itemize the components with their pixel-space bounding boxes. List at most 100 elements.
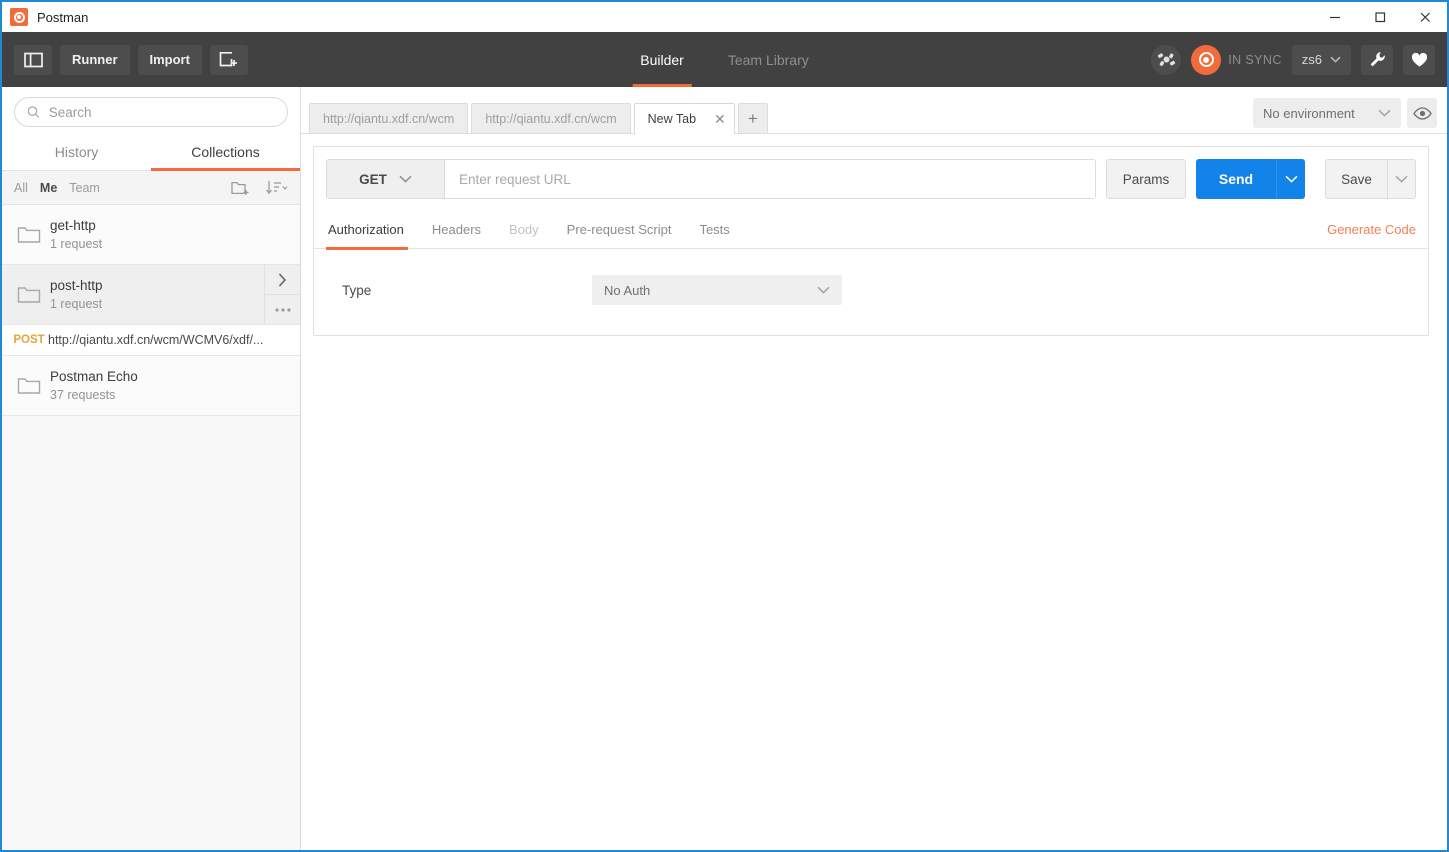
url-input[interactable]	[445, 160, 1095, 198]
app-toolbar: Runner Import Builder Team Library IN SY…	[2, 32, 1447, 87]
filter-team[interactable]: Team	[69, 181, 100, 195]
tab-tests-label: Tests	[699, 222, 730, 237]
request-section-tabs: Authorization Headers Body Pre-request S…	[314, 211, 1428, 250]
authorization-panel: Type No Auth	[314, 249, 1428, 335]
auth-type-label: Type	[342, 282, 372, 298]
send-group: Send	[1196, 159, 1305, 199]
tab-builder-label: Builder	[640, 51, 684, 68]
chevron-down-icon	[1284, 175, 1298, 183]
send-options-button[interactable]	[1276, 159, 1305, 199]
user-menu-button[interactable]: zs6	[1291, 44, 1351, 75]
sidebar-tab-collections-label: Collections	[191, 144, 260, 160]
auth-type-value: No Auth	[604, 282, 651, 298]
sidebar-toggle-icon[interactable]	[14, 44, 52, 75]
toolbar-right-group: IN SYNC zs6	[1151, 44, 1447, 75]
request-tab-bar: http://qiantu.xdf.cn/wcm http://qiantu.x…	[301, 87, 1447, 134]
request-tab-label: http://qiantu.xdf.cn/wcm	[323, 111, 455, 126]
collection-name: post-http	[50, 278, 103, 293]
request-tab[interactable]: http://qiantu.xdf.cn/wcm	[471, 103, 631, 133]
search-box[interactable]	[14, 97, 288, 127]
request-tab-active[interactable]: New Tab ✕	[633, 103, 735, 134]
search-input[interactable]	[48, 104, 275, 120]
filter-icons	[231, 180, 288, 196]
tab-body[interactable]: Body	[495, 211, 553, 249]
maximize-icon[interactable]	[1357, 2, 1402, 32]
list-item[interactable]: POST http://qiantu.xdf.cn/wcm/WCMV6/xdf/…	[2, 325, 300, 356]
auth-type-select[interactable]: No Auth	[592, 275, 842, 305]
environment-select[interactable]: No environment	[1253, 98, 1401, 128]
chevron-down-icon	[1378, 109, 1391, 117]
save-button[interactable]: Save	[1325, 159, 1387, 199]
collection-actions	[264, 265, 300, 324]
collection-count: 37 requests	[50, 388, 116, 402]
collection-list: get-http 1 request post-http 1 request P…	[2, 205, 300, 850]
eye-icon[interactable]	[1407, 98, 1437, 128]
search-icon	[27, 106, 40, 118]
chevron-down-icon	[1330, 56, 1341, 63]
environment-group: No environment	[1253, 98, 1437, 128]
satellite-icon[interactable]	[1151, 44, 1182, 75]
sidebar-tab-collections[interactable]: Collections	[151, 135, 300, 171]
generate-code-link[interactable]: Generate Code	[1327, 222, 1416, 237]
url-row: GET Params Send Save	[314, 147, 1428, 211]
list-item[interactable]: get-http 1 request	[2, 205, 300, 265]
runner-button[interactable]: Runner	[60, 44, 130, 75]
body: History Collections All Me Team	[2, 87, 1447, 850]
collection-name: Postman Echo	[50, 369, 138, 384]
tab-team-library-label: Team Library	[727, 51, 809, 68]
tab-team-library[interactable]: Team Library	[706, 32, 831, 87]
new-folder-icon[interactable]	[231, 180, 250, 196]
window-controls	[1312, 2, 1447, 32]
save-options-button[interactable]	[1387, 159, 1416, 199]
sidebar-tabs: History Collections	[2, 135, 300, 171]
toolbar-main-tabs: Builder Team Library	[618, 32, 831, 87]
tab-headers[interactable]: Headers	[418, 211, 495, 249]
chevron-down-icon	[817, 286, 830, 294]
folder-icon	[17, 377, 41, 394]
wrench-icon[interactable]	[1361, 44, 1393, 75]
environment-value: No environment	[1263, 105, 1355, 121]
folder-icon	[17, 286, 41, 303]
request-tab[interactable]: http://qiantu.xdf.cn/wcm	[309, 103, 469, 133]
user-menu-label: zs6	[1301, 52, 1322, 67]
collection-filter-row: All Me Team	[2, 171, 300, 205]
tab-builder[interactable]: Builder	[618, 32, 706, 87]
more-horizontal-icon[interactable]	[265, 295, 300, 324]
tab-tests[interactable]: Tests	[685, 211, 743, 249]
filter-me[interactable]: Me	[40, 181, 57, 195]
search-area	[2, 87, 300, 135]
tab-authorization[interactable]: Authorization	[326, 211, 418, 250]
sidebar-tab-history[interactable]: History	[2, 135, 151, 170]
tab-pre-request-script[interactable]: Pre-request Script	[553, 211, 686, 249]
window-title: Postman	[37, 9, 89, 25]
sync-status[interactable]: IN SYNC	[1191, 44, 1282, 75]
tab-authorization-label: Authorization	[328, 222, 404, 237]
request-builder-card: GET Params Send Save	[313, 146, 1429, 336]
chevron-down-icon	[399, 175, 412, 183]
chevron-right-icon[interactable]	[265, 265, 300, 295]
close-icon[interactable]: ✕	[714, 112, 726, 126]
close-icon[interactable]	[1402, 2, 1447, 32]
list-item[interactable]: Postman Echo 37 requests	[2, 356, 300, 416]
main-panel: http://qiantu.xdf.cn/wcm http://qiantu.x…	[301, 87, 1447, 850]
send-button[interactable]: Send	[1196, 159, 1276, 199]
collection-name: get-http	[50, 218, 96, 233]
method-select[interactable]: GET	[327, 160, 445, 198]
toolbar-left-group: Runner Import	[2, 44, 248, 75]
new-window-icon[interactable]	[209, 44, 248, 75]
sync-orb-icon	[1191, 44, 1222, 75]
request-url: http://qiantu.xdf.cn/wcm/WCMV6/xdf/...	[48, 333, 264, 347]
postman-window: Postman Runner Import Builder Team Libra…	[0, 0, 1449, 852]
tab-body-label: Body	[509, 222, 539, 237]
sort-icon[interactable]	[266, 180, 288, 196]
collection-count: 1 request	[50, 237, 103, 251]
import-button[interactable]: Import	[137, 44, 202, 75]
add-tab-button[interactable]: +	[737, 103, 768, 133]
list-item[interactable]: post-http 1 request	[2, 265, 300, 325]
minimize-icon[interactable]	[1312, 2, 1357, 32]
tab-pre-request-script-label: Pre-request Script	[566, 222, 672, 237]
filter-all[interactable]: All	[14, 181, 28, 195]
heart-icon[interactable]	[1403, 44, 1435, 75]
params-button[interactable]: Params	[1106, 159, 1186, 199]
request-tab-label: http://qiantu.xdf.cn/wcm	[485, 111, 617, 126]
